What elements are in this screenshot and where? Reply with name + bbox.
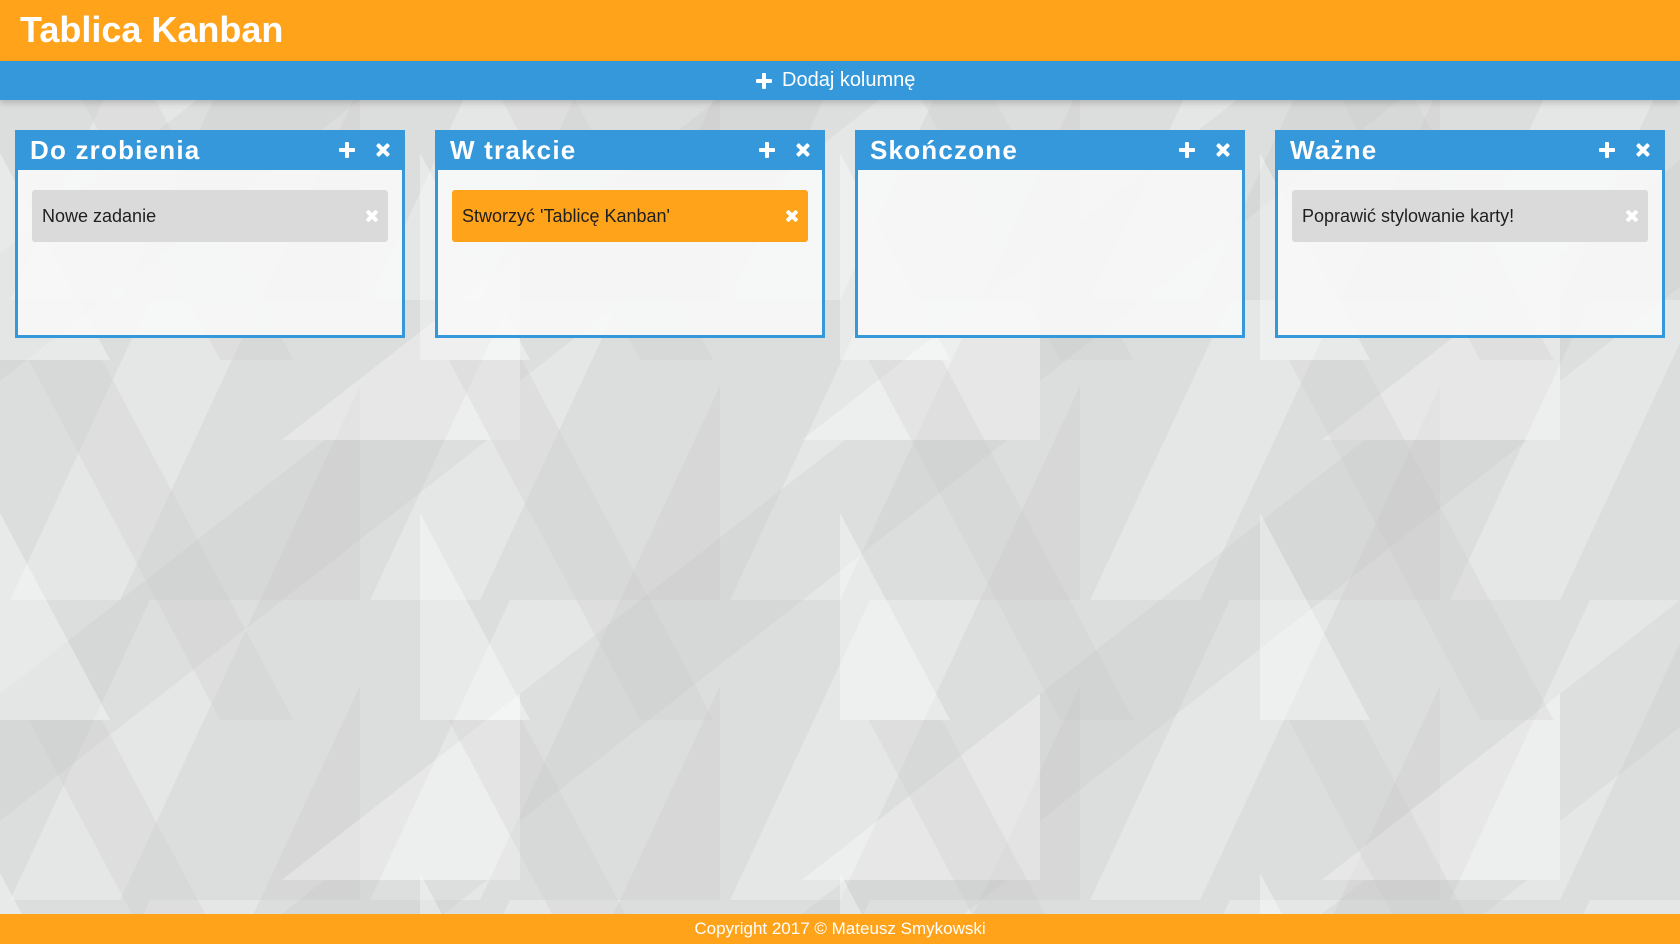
- delete-column-button[interactable]: [1636, 143, 1650, 162]
- card-text: Stworzyć 'Tablicę Kanban': [462, 206, 670, 226]
- kanban-column: W trakcie Stworzyć 'Tablicę Kanban': [435, 130, 825, 338]
- card-text: Nowe zadanie: [42, 206, 157, 226]
- app-header: Tablica Kanban: [0, 0, 1680, 61]
- plus-icon: [1179, 142, 1195, 158]
- card[interactable]: Stworzyć 'Tablicę Kanban': [452, 190, 808, 242]
- delete-column-button[interactable]: [796, 143, 810, 162]
- column-header: Do zrobienia: [15, 130, 405, 170]
- column-title: Ważne: [1290, 135, 1378, 165]
- kanban-column: Do zrobienia Nowe zadanie: [15, 130, 405, 338]
- kanban-column: Skończone: [855, 130, 1245, 338]
- column-header: Ważne: [1275, 130, 1665, 170]
- column-header: W trakcie: [435, 130, 825, 170]
- add-card-button[interactable]: [339, 142, 355, 163]
- toolbar: Dodaj kolumnę: [0, 61, 1680, 100]
- plus-icon: [756, 72, 772, 89]
- close-icon: [366, 210, 378, 222]
- delete-card-button[interactable]: [786, 209, 798, 227]
- close-icon: [796, 143, 810, 157]
- close-icon: [376, 143, 390, 157]
- add-card-button[interactable]: [759, 142, 775, 163]
- close-icon: [1626, 210, 1638, 222]
- delete-card-button[interactable]: [366, 209, 378, 227]
- column-title: W trakcie: [450, 135, 577, 165]
- close-icon: [1636, 143, 1650, 157]
- close-icon: [786, 210, 798, 222]
- delete-column-button[interactable]: [1216, 143, 1230, 162]
- plus-icon: [1599, 142, 1615, 158]
- add-card-button[interactable]: [1179, 142, 1195, 163]
- copyright-text: Copyright 2017 © Mateusz Smykowski: [694, 919, 986, 938]
- card[interactable]: Nowe zadanie: [32, 190, 388, 242]
- add-column-label: Dodaj kolumnę: [782, 69, 916, 91]
- card-text: Poprawić stylowanie karty!: [1302, 206, 1515, 226]
- close-icon: [1216, 143, 1230, 157]
- app-title: Tablica Kanban: [20, 9, 284, 50]
- footer: Copyright 2017 © Mateusz Smykowski: [0, 914, 1680, 944]
- add-column-button[interactable]: Dodaj kolumnę: [756, 61, 915, 100]
- add-card-button[interactable]: [1599, 142, 1615, 163]
- card[interactable]: Poprawić stylowanie karty!: [1292, 190, 1648, 242]
- column-title: Do zrobienia: [30, 135, 201, 165]
- delete-card-button[interactable]: [1626, 209, 1638, 227]
- delete-column-button[interactable]: [376, 143, 390, 162]
- column-title: Skończone: [870, 135, 1019, 165]
- plus-icon: [759, 142, 775, 158]
- kanban-column: Ważne Poprawić stylowanie karty!: [1275, 130, 1665, 338]
- plus-icon: [339, 142, 355, 158]
- column-header: Skończone: [855, 130, 1245, 170]
